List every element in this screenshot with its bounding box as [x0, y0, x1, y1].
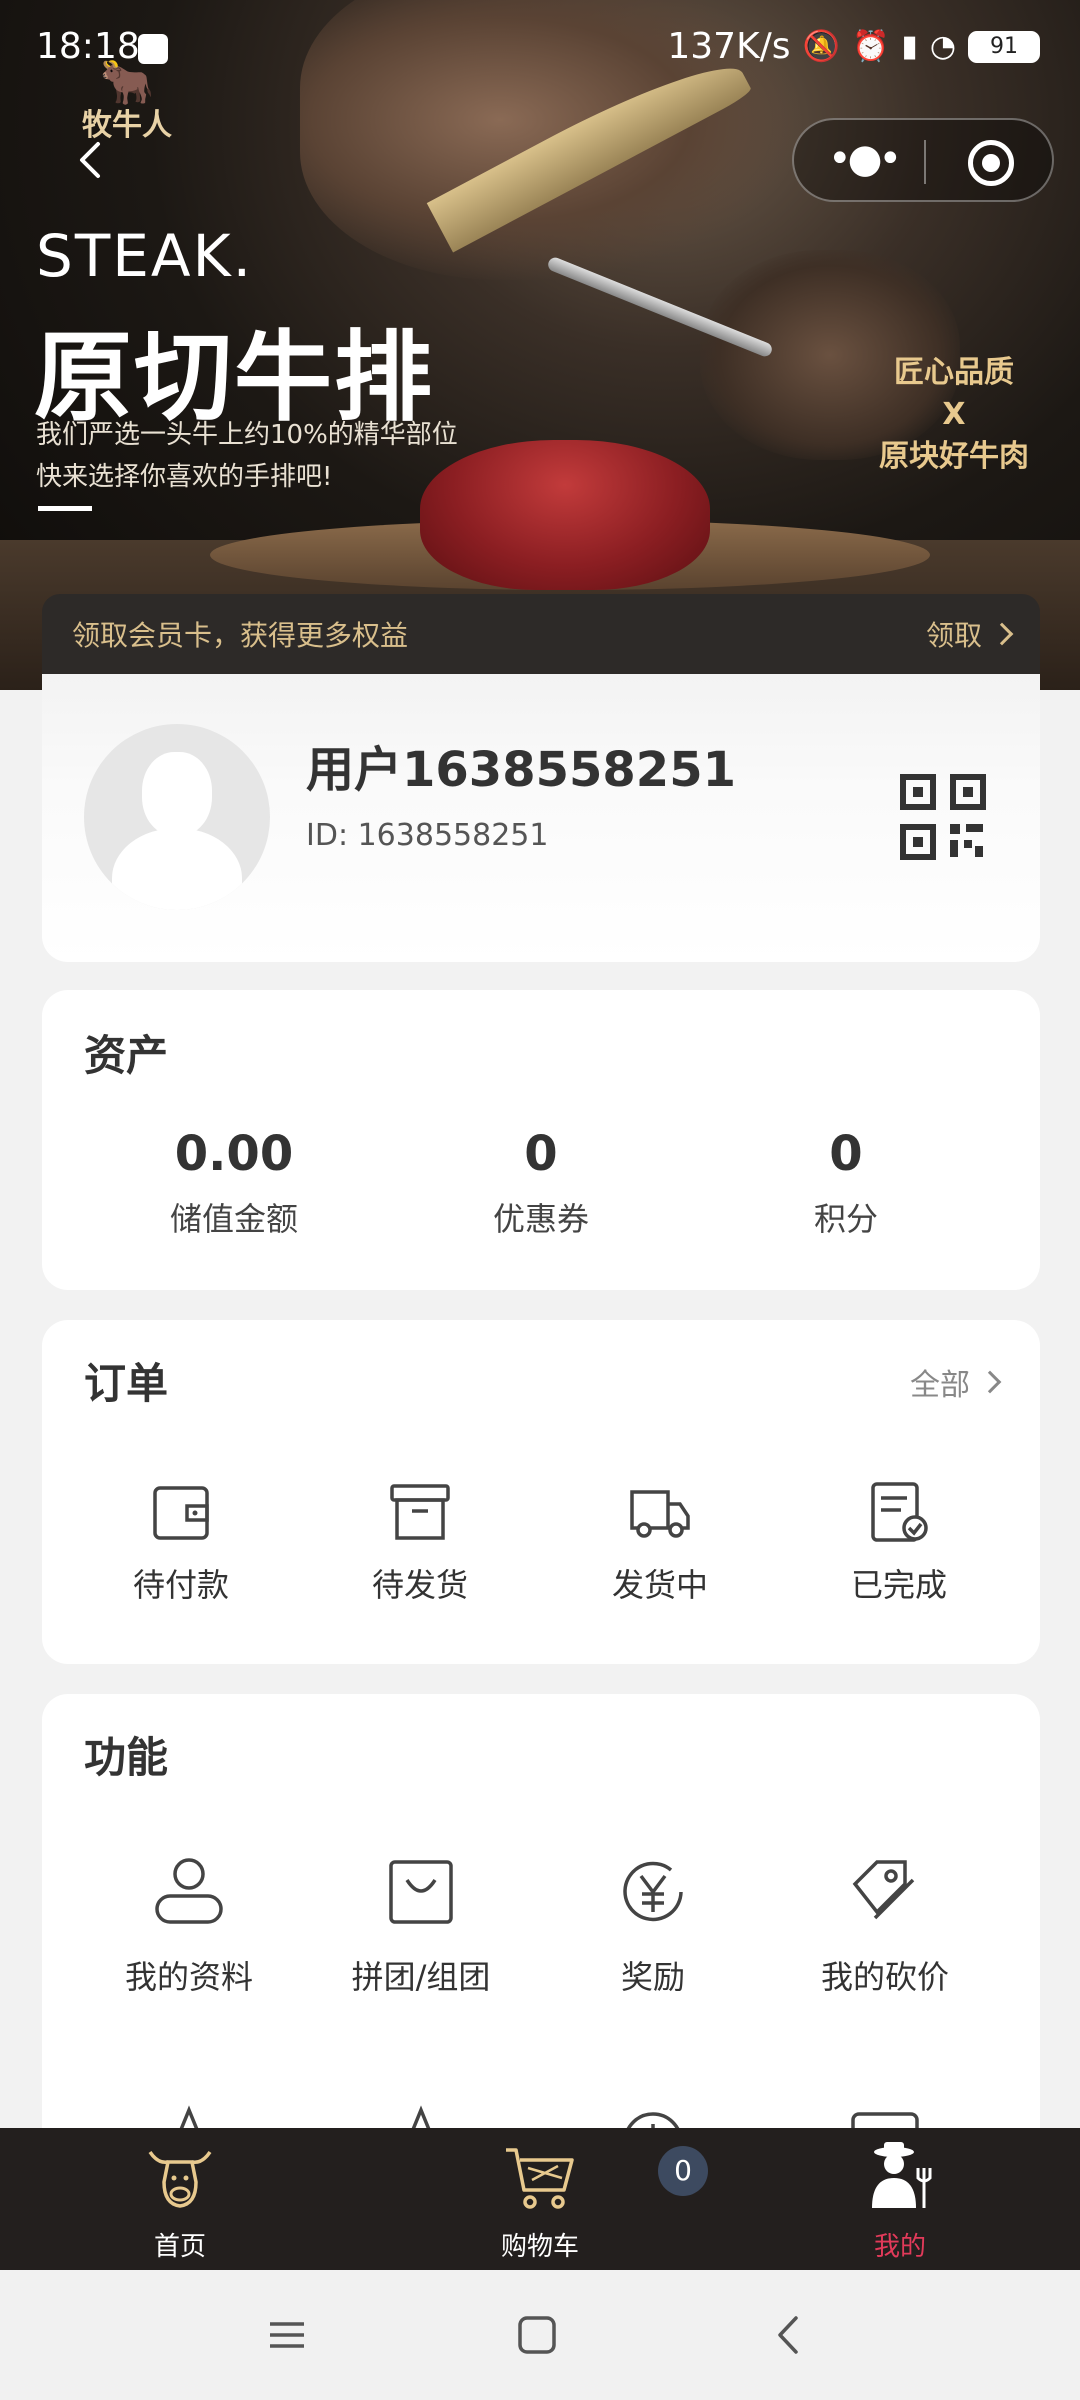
- back-button[interactable]: [70, 138, 114, 182]
- claim-label: 领取: [925, 619, 982, 652]
- all-orders-link[interactable]: 全部: [910, 1360, 1002, 1404]
- asset-coupons-value: 0: [524, 1126, 558, 1182]
- order-shipping[interactable]: 发货中: [560, 1480, 760, 1606]
- all-orders-label: 全部: [910, 1368, 970, 1403]
- order-completed[interactable]: 已完成: [799, 1480, 999, 1606]
- banner-en-title: STEAK.: [36, 222, 254, 290]
- status-bar: 18:18 137K/s 🔕 ⏰ ▮ ◔ 91: [0, 0, 1080, 96]
- box-icon: [390, 1484, 450, 1540]
- banner-subtitle-1: 我们严选一头牛上约10%的精华部位: [36, 420, 458, 450]
- order-pending-payment-label: 待付款: [132, 1566, 229, 1604]
- group-buy[interactable]: 拼团/组团: [311, 1854, 531, 1998]
- my-bargains[interactable]: 我的砍价: [775, 1854, 995, 1998]
- user-id: ID: 1638558251: [306, 818, 549, 853]
- mute-bell-icon: 🔕: [802, 29, 840, 64]
- steak-graphic: [420, 440, 710, 590]
- wifi-icon: ◔: [929, 29, 956, 64]
- banner-side-line-3: 原块好牛肉: [879, 439, 1029, 474]
- rewards-label: 奖励: [620, 1958, 685, 1996]
- order-pending-shipment[interactable]: 待发货: [320, 1480, 520, 1606]
- banner-side-text: 匠心品质 X 原块好牛肉: [864, 352, 1044, 478]
- capsule-divider: [924, 140, 926, 184]
- orders-card: 订单 全部 待付款 待发货 发货中 已完成: [42, 1320, 1040, 1664]
- user-icon: [155, 1858, 223, 1924]
- home-square-icon[interactable]: [512, 2310, 562, 2360]
- cart-count-badge: 0: [658, 2146, 708, 2196]
- banner-subtitle-2: 快来选择你喜欢的手排吧!: [36, 462, 333, 492]
- yen-icon: [623, 1861, 683, 1922]
- avatar[interactable]: [84, 724, 270, 910]
- chevron-right-icon: [978, 1370, 1002, 1394]
- banner-side-line-1: 匠心品质: [894, 355, 1014, 390]
- my-bargains-label: 我的砍价: [820, 1958, 949, 1996]
- cart-icon: [506, 2148, 574, 2209]
- order-completed-label: 已完成: [850, 1566, 947, 1604]
- qr-code-icon[interactable]: [900, 774, 986, 860]
- farmer-icon: [872, 2142, 932, 2208]
- tab-cart[interactable]: 购物车: [440, 2138, 640, 2263]
- asset-balance-label: 储值金额: [169, 1200, 298, 1238]
- profile-card: 用户1638558251 ID: 1638558251: [42, 674, 1040, 962]
- truck-icon: [630, 1490, 690, 1538]
- avatar-body-shape: [112, 828, 242, 910]
- my-profile[interactable]: 我的资料: [79, 1854, 299, 1998]
- system-navigation-bar: [0, 2270, 1080, 2400]
- hero-banner[interactable]: 🐂 牧牛人 STEAK. 原切牛排 我们严选一头牛上约10%的精华部位 快来选择…: [0, 0, 1080, 690]
- asset-points-value: 0: [829, 1126, 863, 1182]
- banner-side-line-2: X: [942, 397, 966, 432]
- member-card-banner[interactable]: 领取会员卡，获得更多权益 领取: [42, 594, 1040, 674]
- functions-card: 功能 我的资料 拼团/组团 奖励 我的砍价: [42, 1694, 1040, 2178]
- status-indicators: 137K/s 🔕 ⏰ ▮ ◔ 91: [667, 26, 1040, 67]
- asset-balance-value: 0.00: [174, 1126, 294, 1182]
- tab-home[interactable]: 首页: [80, 2138, 280, 2263]
- assets-card: 资产 0.00 储值金额 0 优惠券 0 积分: [42, 990, 1040, 1290]
- member-card-text: 领取会员卡，获得更多权益: [72, 619, 409, 652]
- functions-title: 功能: [84, 1733, 169, 1782]
- cow-icon: [148, 2150, 212, 2208]
- asset-balance[interactable]: 0.00 储值金额: [104, 1126, 364, 1240]
- checklist-icon: [871, 1482, 928, 1542]
- alarm-icon: ⏰: [851, 29, 890, 64]
- tab-cart-label: 购物车: [500, 2232, 579, 2262]
- asset-coupons-label: 优惠券: [492, 1200, 589, 1238]
- my-profile-label: 我的资料: [124, 1958, 253, 1996]
- assets-title: 资产: [84, 1031, 169, 1080]
- order-pending-shipment-label: 待发货: [371, 1566, 468, 1604]
- orders-title: 订单: [84, 1359, 169, 1408]
- app-notification-icon: [138, 34, 168, 64]
- bottom-tab-bar: 首页 购物车 0 我的: [0, 2128, 1080, 2270]
- close-miniprogram-button[interactable]: [968, 140, 1014, 186]
- tag-icon: [852, 1860, 915, 1920]
- asset-points-label: 积分: [813, 1200, 878, 1238]
- order-shipping-label: 发货中: [611, 1566, 708, 1604]
- order-pending-payment[interactable]: 待付款: [81, 1480, 281, 1606]
- claim-member-card-button[interactable]: 领取: [925, 614, 1014, 654]
- more-options-button[interactable]: •●•: [828, 139, 902, 179]
- username: 用户1638558251: [306, 742, 736, 798]
- miniprogram-capsule: •●•: [792, 118, 1054, 202]
- asset-coupons[interactable]: 0 优惠券: [411, 1126, 671, 1240]
- chevron-right-icon: [990, 622, 1014, 646]
- network-speed: 137K/s: [667, 26, 791, 67]
- asset-points[interactable]: 0 积分: [716, 1126, 976, 1240]
- battery-icon: 91: [968, 30, 1040, 63]
- group-buy-label: 拼团/组团: [351, 1958, 491, 1996]
- back-arrow-icon: [80, 142, 100, 178]
- status-time: 18:18: [36, 26, 140, 67]
- bag-icon: [389, 1860, 453, 1924]
- avatar-head-shape: [142, 752, 212, 836]
- banner-indicator: [38, 506, 92, 511]
- wallet-icon: [153, 1486, 209, 1540]
- menu-icon[interactable]: [262, 2310, 312, 2360]
- back-nav-icon[interactable]: [764, 2310, 814, 2360]
- tab-mine[interactable]: 我的: [800, 2138, 1000, 2263]
- rewards[interactable]: 奖励: [543, 1854, 763, 1998]
- signal-icon: ▮: [901, 29, 918, 64]
- tab-mine-label: 我的: [873, 2232, 926, 2262]
- tab-home-label: 首页: [153, 2232, 206, 2262]
